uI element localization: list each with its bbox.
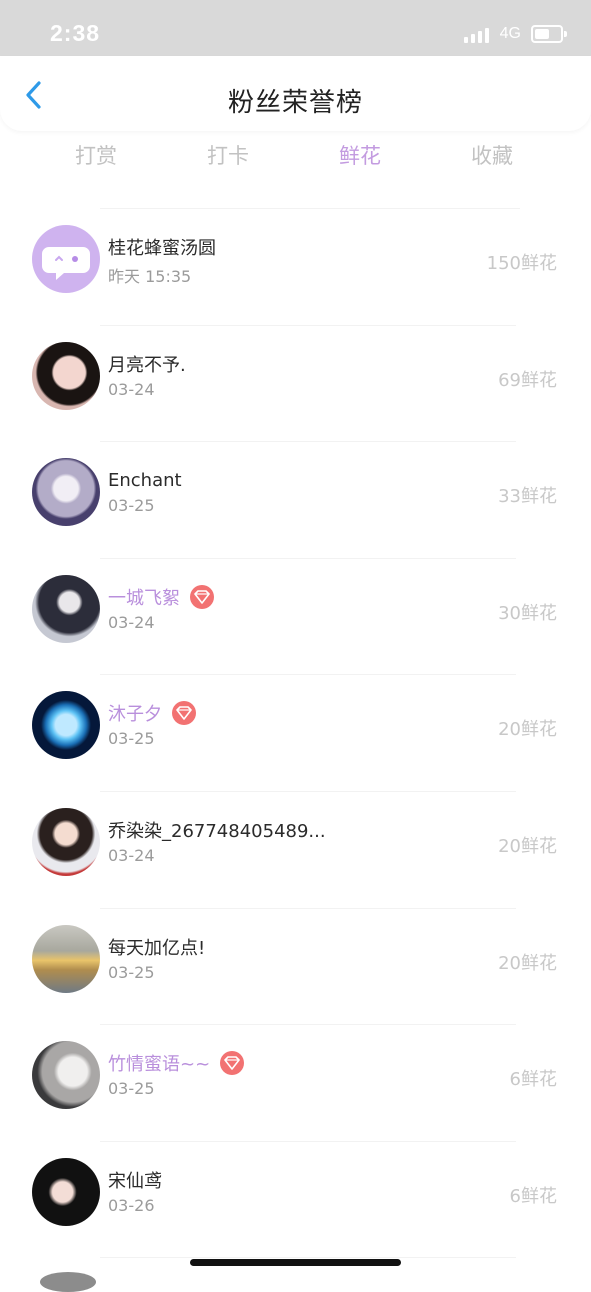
flower-count: 6鲜花 <box>509 1069 557 1091</box>
chat-bubble-icon <box>42 247 90 280</box>
fan-name: 宋仙鸢 <box>108 1170 162 1192</box>
fan-date: 03-25 <box>108 729 155 749</box>
fan-name: 桂花蜂蜜汤圆 <box>108 238 216 259</box>
tab-tip[interactable]: 打赏 <box>30 140 162 170</box>
list-item[interactable]: 宋仙鸢 03-26 6鲜花 <box>0 1142 591 1259</box>
fan-date: 03-25 <box>108 1079 155 1099</box>
fan-date: 03-26 <box>108 1195 155 1215</box>
list-item[interactable]: Enchant 03-25 33鲜花 <box>0 442 591 559</box>
fan-date: 03-24 <box>108 845 155 865</box>
tab-bar: 打赏 打卡 鲜花 收藏 <box>30 140 560 184</box>
fan-name: 每天加亿点! <box>108 937 206 959</box>
nav-bar: 粉丝荣誉榜 <box>0 56 591 131</box>
list-item[interactable]: 沐子夕 03-25 20鲜花 <box>0 675 591 792</box>
list-item[interactable]: 每天加亿点! 03-25 20鲜花 <box>0 909 591 1026</box>
flower-count: 20鲜花 <box>498 952 557 974</box>
avatar <box>32 225 100 293</box>
list-item[interactable]: 月亮不予. 03-24 69鲜花 <box>0 326 591 443</box>
battery-icon <box>531 25 567 43</box>
fan-date: 昨天 15:35 <box>108 267 192 286</box>
list-item[interactable]: 竹情蜜语~~ 03-25 6鲜花 <box>0 1025 591 1142</box>
fan-list: 桂花蜂蜜汤圆 昨天 15:35 150鲜花 月亮不予. 03-24 69鲜花 E… <box>0 209 591 1259</box>
fan-name: 月亮不予. <box>108 354 186 376</box>
flower-count: 20鲜花 <box>498 835 557 857</box>
avatar <box>32 1157 100 1226</box>
fan-date: 03-24 <box>108 612 155 632</box>
tab-checkin[interactable]: 打卡 <box>162 140 294 170</box>
list-item[interactable]: 乔染染_267748405489... 03-24 20鲜花 <box>0 792 591 909</box>
tab-favorites[interactable]: 收藏 <box>426 140 558 170</box>
fan-name: 沐子夕 <box>108 704 162 726</box>
avatar <box>32 341 100 410</box>
avatar <box>32 574 100 643</box>
fan-name: Enchant <box>108 469 182 491</box>
flower-count: 6鲜花 <box>509 1185 557 1207</box>
fan-date: 03-25 <box>108 962 155 982</box>
diamond-icon <box>190 584 214 609</box>
fan-date: 03-24 <box>108 379 155 399</box>
list-item[interactable]: 桂花蜂蜜汤圆 昨天 15:35 150鲜花 <box>0 209 591 326</box>
flower-count: 150鲜花 <box>486 253 557 274</box>
avatar <box>40 1272 96 1292</box>
page-title: 粉丝荣誉榜 <box>227 88 363 118</box>
diamond-icon <box>220 1051 245 1076</box>
home-indicator[interactable] <box>190 1259 401 1266</box>
fan-name: 乔染染_267748405489... <box>108 820 326 842</box>
flower-count: 33鲜花 <box>498 486 557 508</box>
status-icons: 4G <box>463 24 567 44</box>
signal-icon <box>463 25 492 43</box>
diamond-icon <box>172 701 196 726</box>
flower-count: 30鲜花 <box>498 602 557 624</box>
flower-count: 20鲜花 <box>498 719 557 741</box>
fan-name: 一城飞絮 <box>108 587 180 609</box>
avatar <box>32 458 100 527</box>
status-time: 2:38 <box>50 20 101 46</box>
network-type: 4G <box>499 25 521 42</box>
fan-name: 竹情蜜语~~ <box>108 1054 211 1076</box>
list-item[interactable]: 一城飞絮 03-24 30鲜花 <box>0 559 591 676</box>
avatar <box>32 1041 100 1110</box>
fan-date: 03-25 <box>108 496 155 516</box>
flower-count: 69鲜花 <box>498 369 557 391</box>
avatar <box>32 691 100 760</box>
avatar <box>32 807 100 876</box>
avatar <box>32 924 100 993</box>
tab-flowers[interactable]: 鲜花 <box>294 140 426 170</box>
